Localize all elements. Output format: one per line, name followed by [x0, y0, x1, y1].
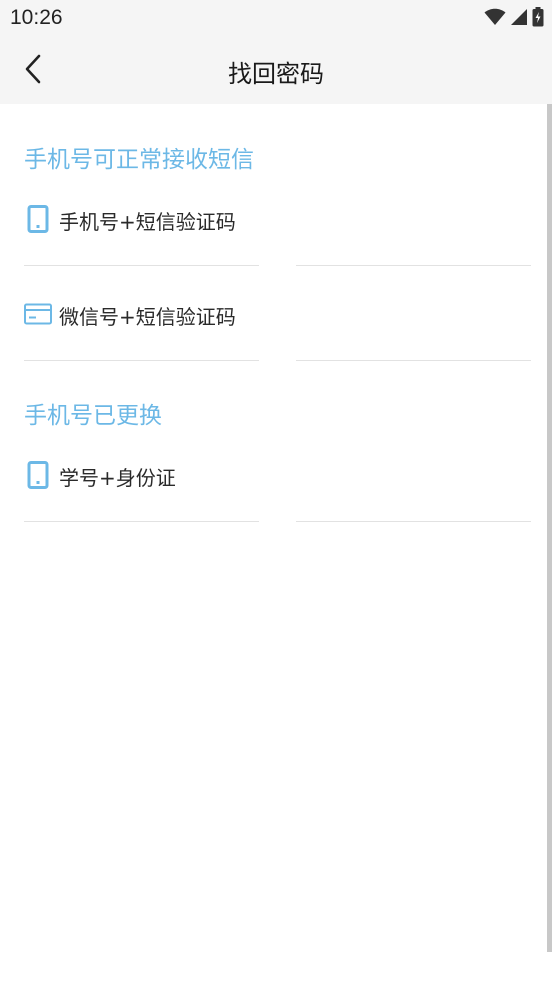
wifi-icon [484, 8, 506, 30]
option-wechat-sms[interactable]: 微信号+短信验证码 [0, 300, 545, 394]
option-phone-sms[interactable]: 手机号+短信验证码 [0, 205, 545, 299]
divider-left [24, 265, 259, 266]
status-icons [484, 7, 544, 31]
app-bar: 找回密码 [0, 38, 552, 104]
scrollbar [547, 104, 552, 952]
status-bar: 10:26 [0, 0, 552, 38]
option-studentid-idcard[interactable]: 学号+身份证 [0, 461, 545, 555]
divider-right [296, 521, 531, 522]
phone-icon [24, 461, 52, 489]
divider-left [24, 360, 259, 361]
option-label-phone-sms: 手机号+短信验证码 [59, 210, 236, 234]
cell-signal-icon [510, 8, 528, 30]
page-title: 找回密码 [228, 60, 324, 88]
divider-left [24, 521, 259, 522]
screen: 10:26 找回密码 手机号可正常接收短信 手机号+短信验证码 微信号+短信验证… [0, 0, 552, 983]
section-header-phone-available: 手机号可正常接收短信 [24, 147, 254, 173]
phone-icon [24, 205, 52, 233]
section-header-phone-changed: 手机号已更换 [24, 403, 162, 429]
card-icon [24, 300, 52, 328]
option-label-studentid-idcard: 学号+身份证 [59, 466, 176, 490]
battery-charging-icon [532, 7, 544, 31]
option-label-wechat-sms: 微信号+短信验证码 [59, 305, 236, 329]
divider-right [296, 265, 531, 266]
status-time: 10:26 [10, 6, 63, 29]
divider-right [296, 360, 531, 361]
